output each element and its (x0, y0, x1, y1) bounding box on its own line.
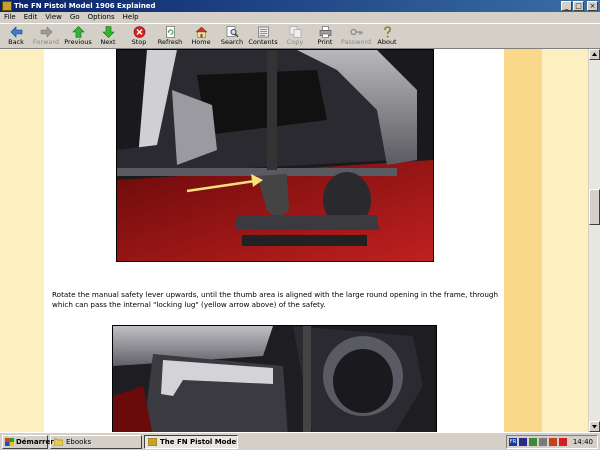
network-icon[interactable] (519, 438, 527, 446)
task-fn-pistol[interactable]: The FN Pistol Model 19... (144, 435, 238, 449)
vertical-scrollbar[interactable] (588, 49, 600, 432)
window-controls: _ □ × (561, 1, 598, 11)
menu-help[interactable]: Help (119, 12, 143, 23)
copy-icon (289, 26, 302, 38)
menu-file[interactable]: File (0, 12, 20, 23)
folder-icon (53, 438, 64, 447)
menu-go[interactable]: Go (66, 12, 84, 23)
windows-flag-icon (5, 438, 14, 446)
app-tray-icon[interactable] (559, 438, 567, 446)
scroll-up-button[interactable] (589, 49, 600, 60)
scroll-down-button[interactable] (589, 421, 600, 432)
back-arrow-icon (10, 26, 23, 38)
yellow-arrow-icon (186, 174, 263, 193)
triangle-down-icon (592, 425, 597, 429)
stop-icon (133, 26, 146, 38)
close-button[interactable]: × (587, 1, 598, 11)
clock[interactable]: 14:40 (573, 436, 593, 448)
menu-options[interactable]: Options (84, 12, 119, 23)
task-ebooks[interactable]: Ebooks (50, 435, 142, 449)
instruction-paragraph: Rotate the manual safety lever upwards, … (52, 290, 498, 310)
application-window: The FN Pistol Model 1906 Explained _ □ ×… (0, 0, 600, 432)
forward-arrow-icon (40, 26, 53, 38)
pistol-safety-photo-top (116, 49, 434, 262)
contents-book-icon (257, 26, 270, 38)
window-title: The FN Pistol Model 1906 Explained (14, 2, 156, 10)
right-margin (542, 49, 588, 432)
up-arrow-icon (71, 26, 85, 38)
system-tray: FR 14:40 (506, 435, 598, 449)
decorative-stripe (504, 49, 542, 432)
antivirus-icon[interactable] (549, 438, 557, 446)
title-bar[interactable]: The FN Pistol Model 1906 Explained _ □ × (0, 0, 600, 12)
refresh-icon (164, 26, 177, 38)
home-icon (194, 26, 208, 38)
document-view[interactable]: Rotate the manual safety lever upwards, … (0, 49, 588, 432)
start-button[interactable]: Démarrer (2, 435, 54, 449)
about-button[interactable]: About (371, 25, 403, 49)
maximize-button[interactable]: □ (573, 1, 584, 11)
left-margin (0, 49, 44, 432)
minimize-button[interactable]: _ (561, 1, 572, 11)
scrollbar-thumb[interactable] (589, 189, 600, 225)
language-indicator[interactable]: FR (509, 438, 517, 446)
menu-view[interactable]: View (41, 12, 66, 23)
printer-icon (319, 26, 332, 38)
down-arrow-icon (101, 26, 115, 38)
menu-edit[interactable]: Edit (20, 12, 42, 23)
help-question-icon (381, 26, 394, 38)
help-book-icon (147, 437, 158, 447)
toolbar: Back Forward Previous Next Stop Refresh … (0, 23, 600, 49)
search-icon (226, 26, 239, 38)
menu-bar: File Edit View Go Options Help (0, 12, 600, 23)
taskbar: Démarrer Ebooks The FN Pistol Model 19..… (0, 432, 600, 450)
speaker-icon[interactable] (539, 438, 547, 446)
pistol-safety-photo-bottom (112, 325, 437, 432)
triangle-up-icon (592, 52, 597, 56)
monitor-icon[interactable] (529, 438, 537, 446)
app-icon (2, 1, 12, 11)
key-icon (349, 26, 363, 38)
